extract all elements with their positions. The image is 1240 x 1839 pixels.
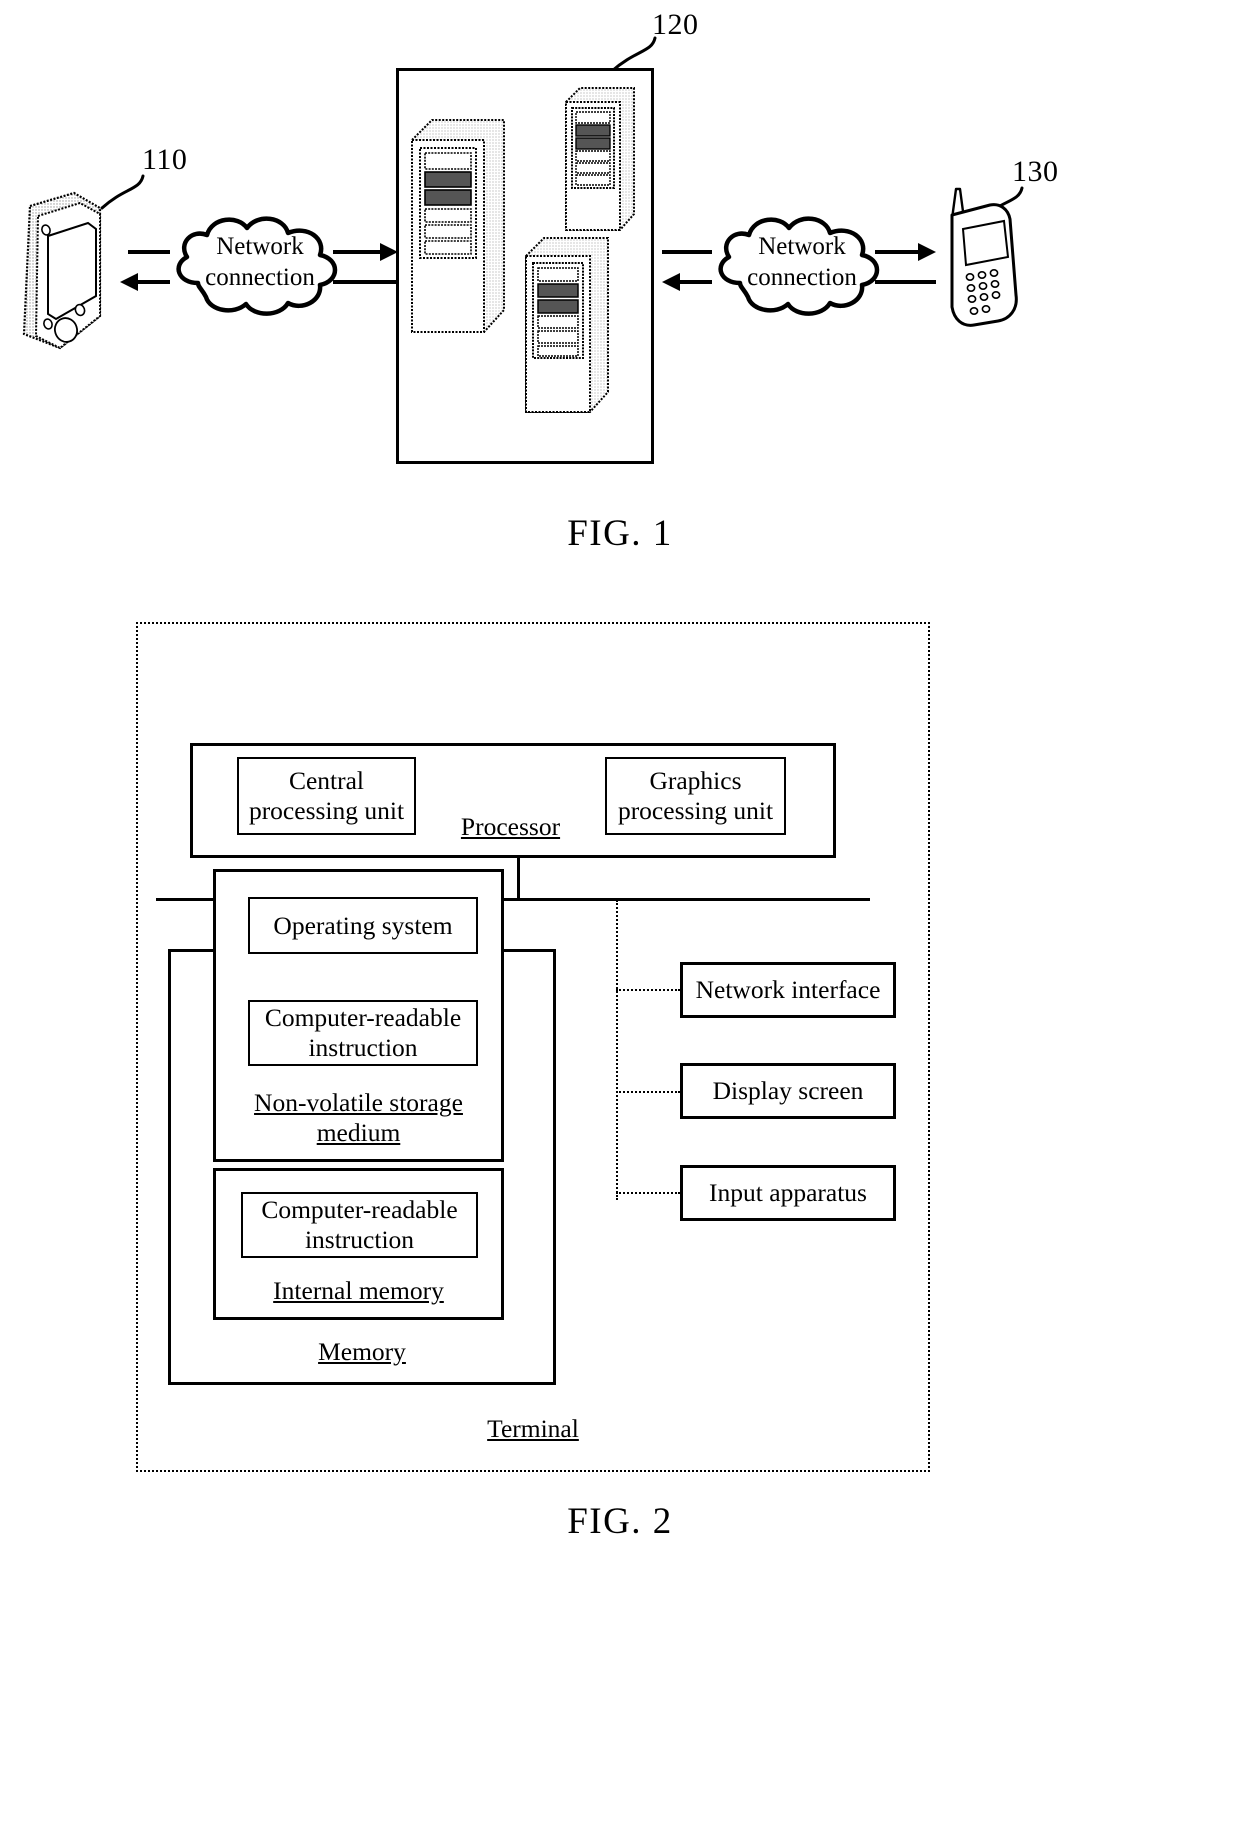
input-apparatus-connector — [616, 1192, 680, 1194]
figure-1: 120 110 130 Network connection Network c… — [0, 0, 1240, 600]
figure-1-caption: FIG. 1 — [567, 513, 673, 554]
nv-label-line2: medium — [316, 1117, 401, 1147]
network-interface-label: Network interface — [695, 975, 881, 1005]
terminal-label: Terminal — [487, 1414, 579, 1443]
figure-2: Terminal Central processing unit Graphics… — [0, 600, 1240, 1839]
gpu-label-line1: Graphics — [649, 766, 742, 796]
cri-int-line2: instruction — [304, 1225, 415, 1254]
nv-label-line1: Non-volatile storage — [254, 1088, 463, 1117]
gpu-label-line2: processing unit — [617, 796, 774, 825]
cri-nv-line2: instruction — [308, 1033, 418, 1062]
pda-device-icon — [22, 191, 102, 350]
mobile-phone-icon — [950, 187, 1018, 327]
server-rack-1-icon — [411, 119, 505, 333]
cpu-label-line1: Central — [288, 766, 365, 796]
network-interface-block: Network interface — [680, 962, 896, 1018]
server-rack-2-icon — [565, 87, 635, 231]
central-processing-unit-label: Central processing unit — [239, 759, 414, 833]
arrows-right-group — [662, 243, 936, 291]
processor-label: Processor — [460, 812, 561, 841]
arrows-left-group — [120, 243, 398, 291]
memory-label: Memory — [318, 1337, 406, 1366]
operating-system-label: Operating system — [273, 910, 453, 940]
computer-readable-instruction-label-internal: Computer-readable instruction — [243, 1194, 476, 1256]
computer-readable-instruction-block-internal: Computer-readable instruction — [241, 1192, 478, 1258]
network-interface-connector — [616, 989, 680, 991]
cri-nv-line1: Computer-readable — [264, 1003, 462, 1033]
figure-2-caption: FIG. 2 — [567, 1501, 673, 1542]
display-screen-block: Display screen — [680, 1063, 896, 1119]
graphics-processing-unit-label: Graphics processing unit — [607, 759, 784, 833]
patent-figure-sheet: 120 110 130 Network connection Network c… — [0, 0, 1240, 1839]
cri-int-line1: Computer-readable — [261, 1195, 458, 1225]
internal-memory-label: Internal memory — [273, 1276, 444, 1305]
peripheral-bus-connector — [616, 900, 618, 1200]
display-screen-label: Display screen — [712, 1076, 864, 1106]
computer-readable-instruction-block-nv: Computer-readable instruction — [248, 1000, 478, 1066]
display-screen-connector — [616, 1091, 680, 1093]
computer-readable-instruction-label-nv: Computer-readable instruction — [250, 1002, 476, 1064]
input-apparatus-label: Input apparatus — [709, 1178, 867, 1208]
non-volatile-storage-medium-label: Non-volatile storage medium — [213, 1088, 504, 1147]
input-apparatus-block: Input apparatus — [680, 1165, 896, 1221]
central-processing-unit-block: Central processing unit — [237, 757, 416, 835]
server-rack-3-icon — [525, 237, 609, 413]
processor-bus-stub — [517, 858, 520, 899]
cpu-label-line2: processing unit — [248, 796, 405, 825]
graphics-processing-unit-block: Graphics processing unit — [605, 757, 786, 835]
operating-system-block: Operating system — [248, 897, 478, 954]
